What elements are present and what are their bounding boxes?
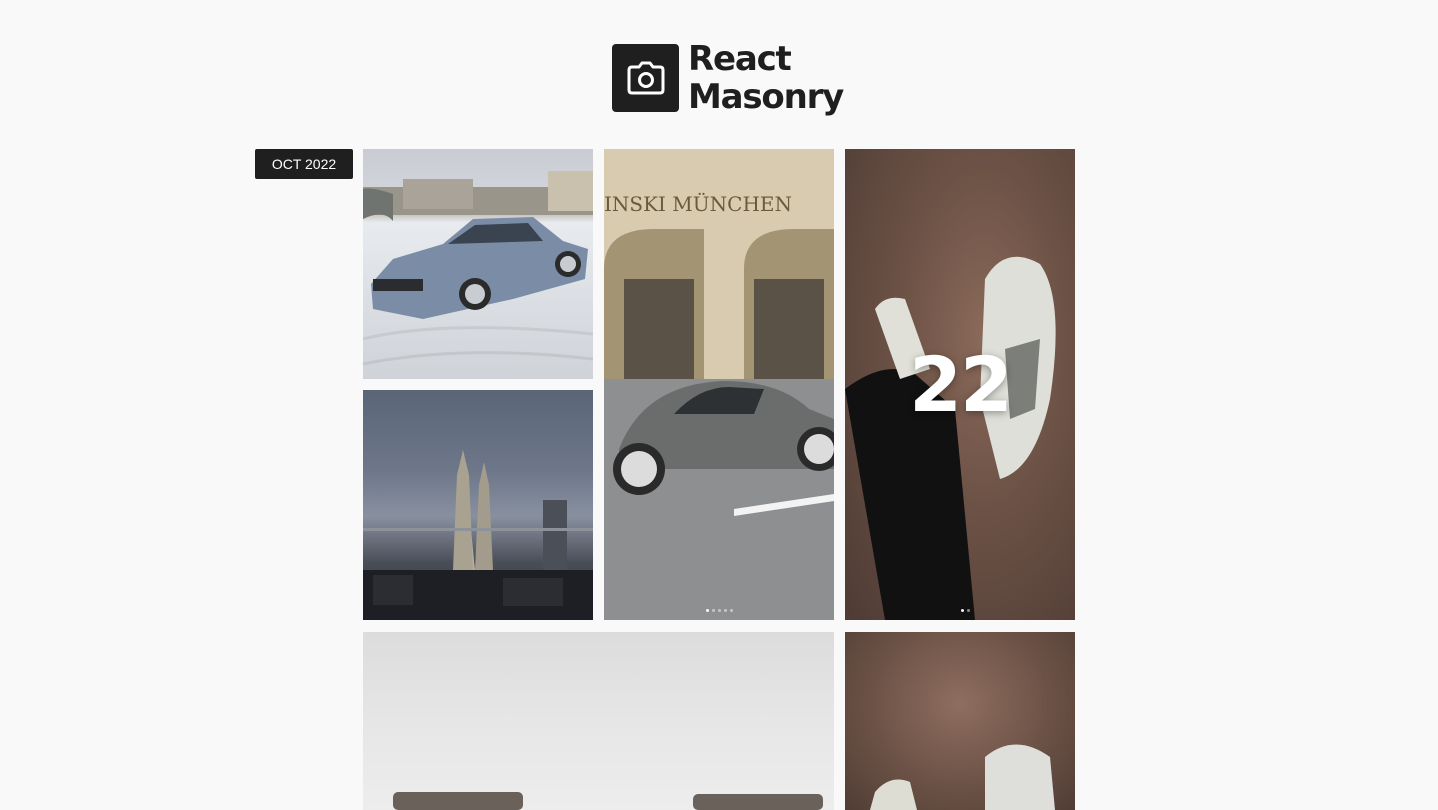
gallery-page: React Masonry OCT 2022 INSKI MÜNCHEN 22 xyxy=(0,0,1438,810)
camera-icon xyxy=(627,61,664,95)
photo-tile[interactable] xyxy=(363,390,593,620)
photo-tile[interactable] xyxy=(845,632,1075,810)
photo-tile[interactable]: INSKI MÜNCHEN xyxy=(604,149,834,620)
carousel-dot xyxy=(961,609,964,612)
photo-tile[interactable] xyxy=(363,149,593,379)
hotel-sign-text: INSKI MÜNCHEN xyxy=(604,191,792,216)
app-title-line2: Masonry xyxy=(688,77,844,117)
carousel-dot xyxy=(711,609,715,612)
carousel-dot xyxy=(717,609,721,612)
more-photos-count: 22 xyxy=(909,340,1013,429)
carousel-indicator xyxy=(845,609,1075,612)
bmw-coupe-snow-photo xyxy=(363,171,593,366)
app-title-line1: React xyxy=(688,39,792,79)
carousel-indicator xyxy=(604,609,834,612)
carousel-dot xyxy=(723,609,727,612)
sofa-white-wall-photo xyxy=(393,792,823,810)
sneakers-rug-second-photo xyxy=(870,744,1055,810)
app-logo[interactable]: React Masonry xyxy=(612,40,848,116)
camera-logo-badge xyxy=(612,44,679,112)
petronas-towers-skyline-photo xyxy=(363,450,593,620)
date-group-label: OCT 2022 xyxy=(255,149,353,179)
carousel-dot xyxy=(967,609,970,612)
photo-tile[interactable]: 22 xyxy=(845,149,1075,620)
porsche-hotel-munich-photo: INSKI MÜNCHEN xyxy=(604,149,834,620)
photo-tile[interactable] xyxy=(363,632,834,810)
app-title: React Masonry xyxy=(688,40,848,116)
carousel-dot xyxy=(729,609,733,612)
carousel-dot xyxy=(705,609,709,612)
